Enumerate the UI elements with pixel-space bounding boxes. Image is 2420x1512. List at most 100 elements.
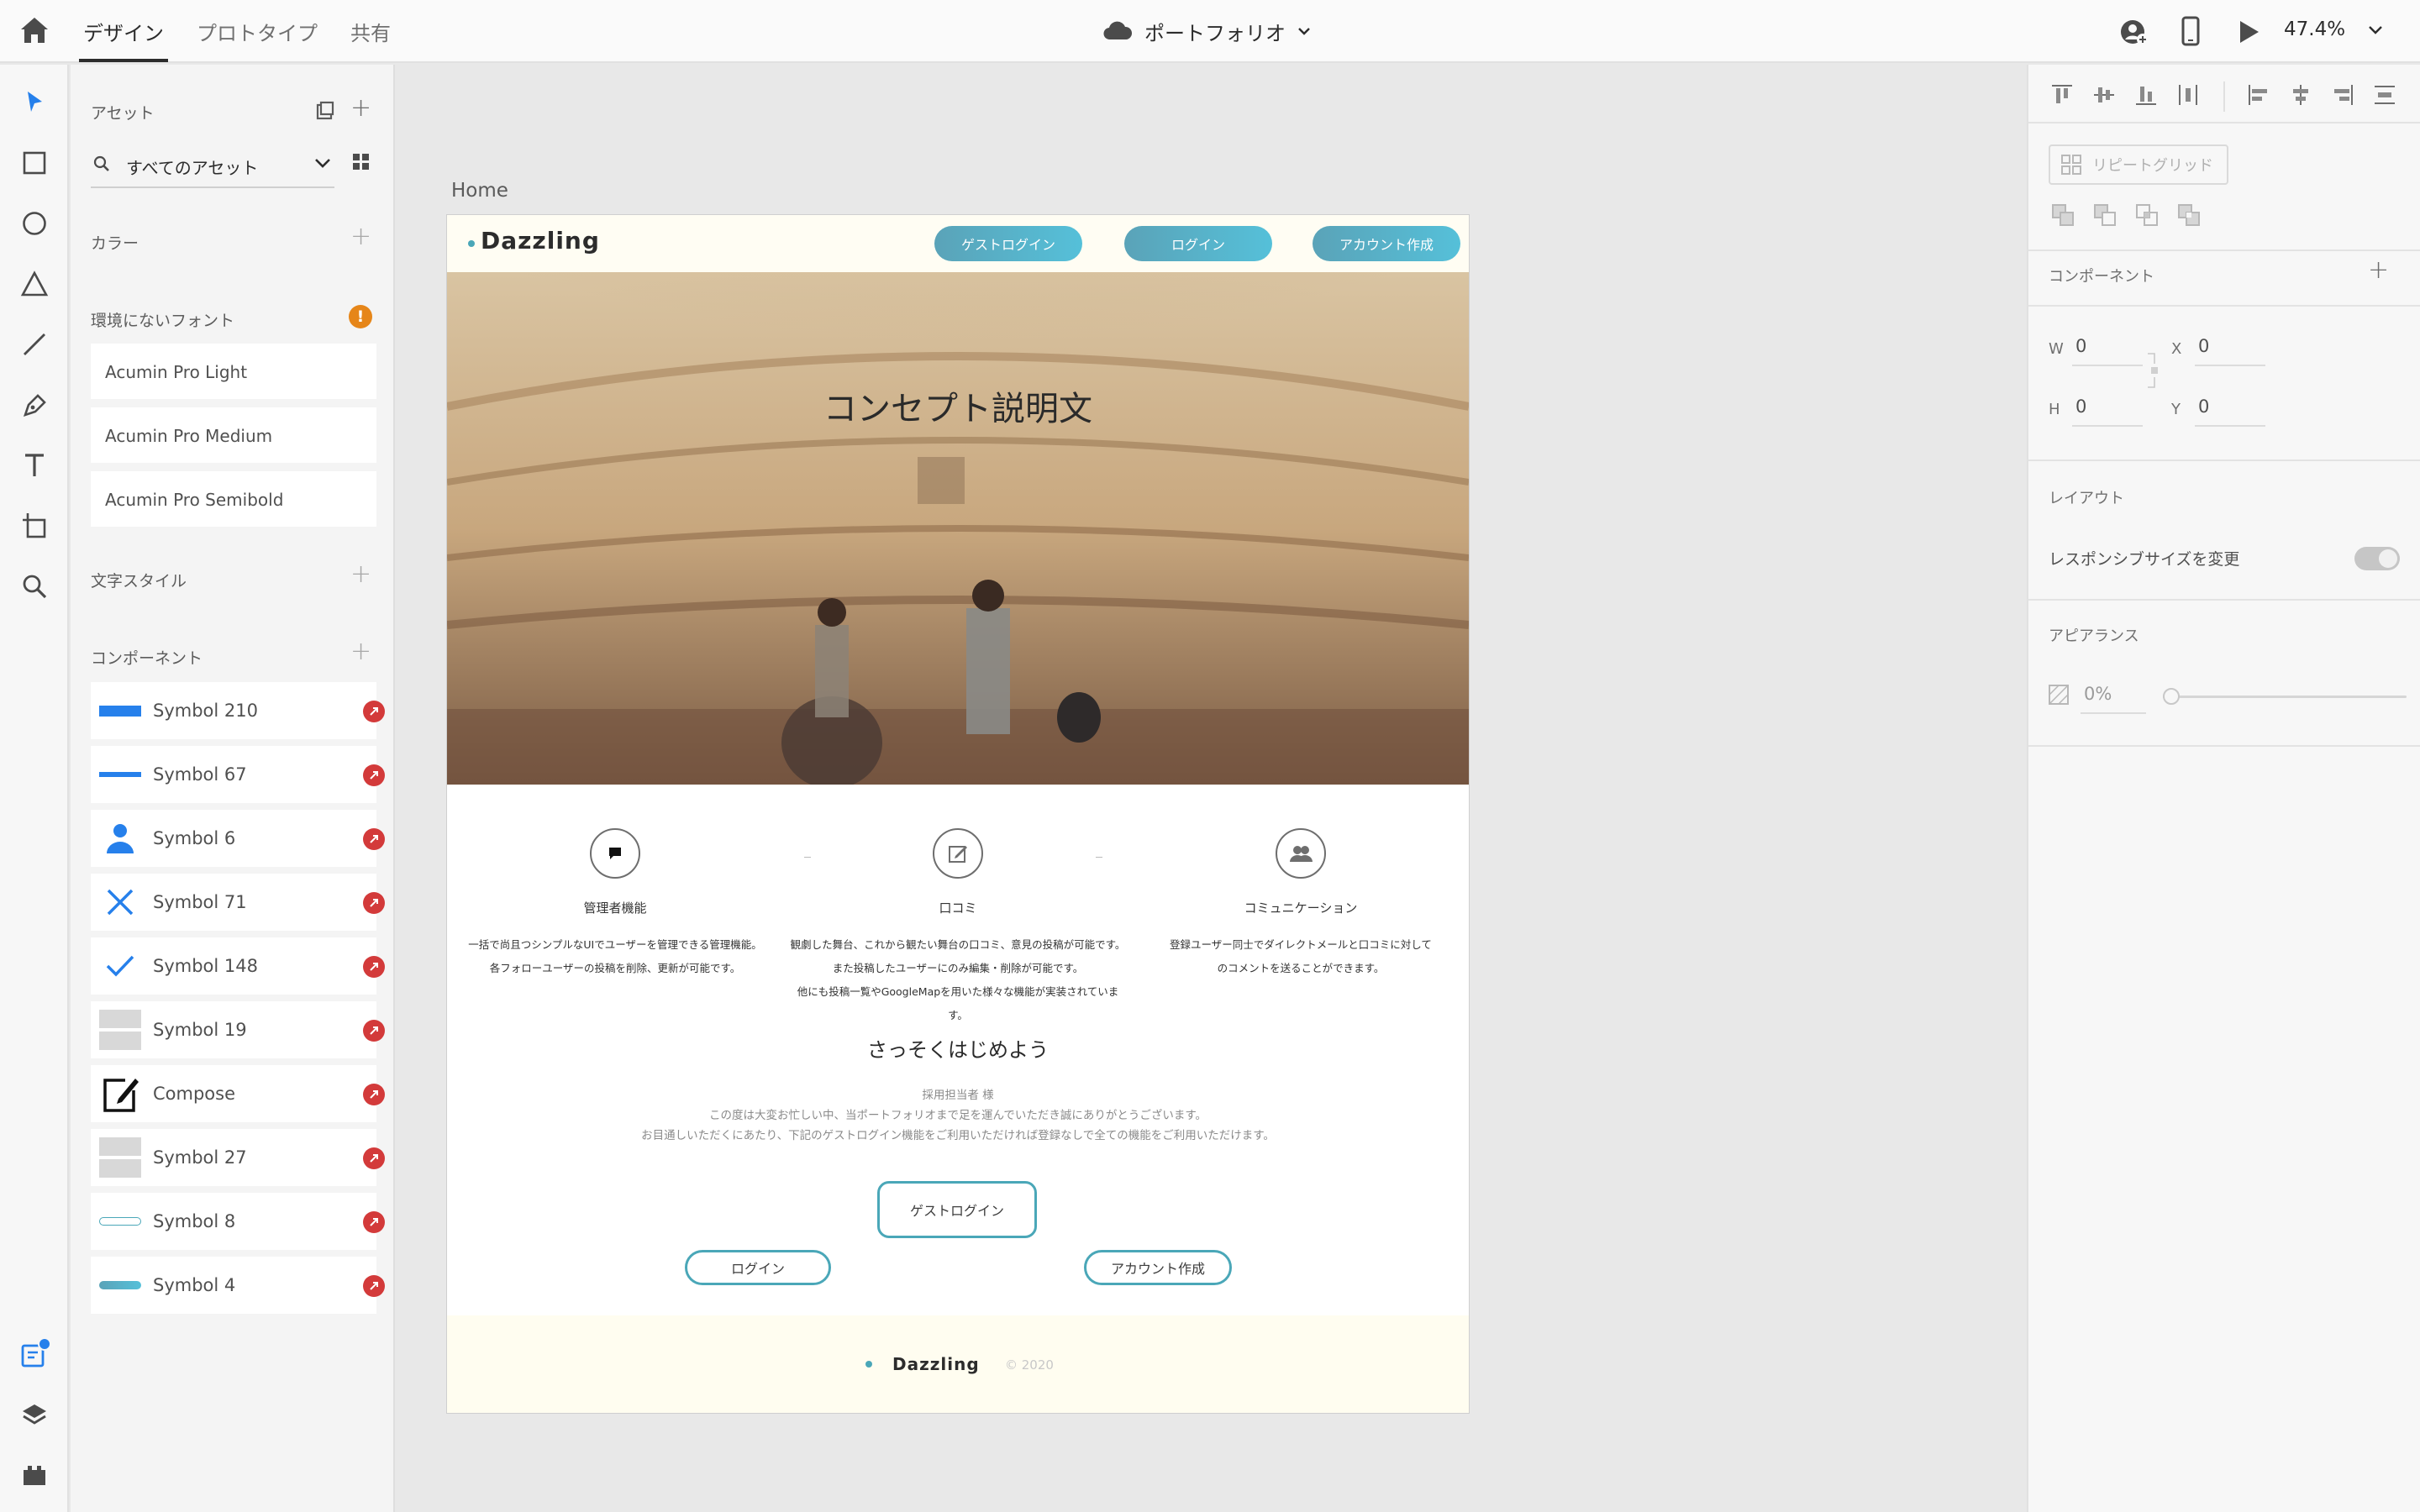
line-tool-icon[interactable] — [17, 327, 52, 362]
text-tool-icon[interactable] — [17, 448, 52, 483]
lock-aspect-icon[interactable] — [2146, 352, 2163, 389]
link-icon[interactable] — [363, 1211, 385, 1233]
link-icon[interactable] — [363, 892, 385, 914]
add-color-button[interactable]: + — [350, 224, 371, 249]
rectangle-tool-icon[interactable] — [17, 145, 52, 181]
blue-bar-thumbnail — [99, 690, 141, 731]
artboard-tool-icon[interactable] — [17, 508, 52, 543]
missing-font-item[interactable]: Acumin Pro Semibold — [91, 471, 376, 527]
artboard-home[interactable]: Dazzling ゲストログイン ログイン アカウント作成 コンセプト説明文 管… — [447, 215, 1469, 1413]
warning-icon[interactable]: ! — [349, 305, 372, 328]
polygon-tool-icon[interactable] — [17, 266, 52, 302]
zoom-tool-icon[interactable] — [17, 569, 52, 604]
layers-icon[interactable] — [17, 1397, 52, 1432]
align-center-icon[interactable] — [2287, 81, 2314, 108]
footer-copyright: © 2020 — [1005, 1357, 1054, 1373]
link-icon[interactable] — [363, 1084, 385, 1105]
pen-tool-icon[interactable] — [17, 387, 52, 423]
component-item[interactable]: Symbol 71 — [91, 874, 385, 931]
chat-icon — [590, 828, 640, 879]
select-tool-icon[interactable] — [17, 84, 52, 119]
share-user-icon[interactable] — [2119, 17, 2149, 47]
height-field[interactable]: 0 — [2075, 396, 2086, 417]
cta-signup-button[interactable]: アカウント作成 — [1084, 1250, 1232, 1285]
grid-view-icon[interactable] — [351, 152, 371, 172]
component-item[interactable]: Symbol 6 — [91, 810, 385, 867]
align-right-icon[interactable] — [2329, 81, 2356, 108]
cta-login-button[interactable]: ログイン — [685, 1250, 831, 1285]
tab-design[interactable]: デザイン — [83, 17, 164, 46]
missing-font-item[interactable]: Acumin Pro Medium — [91, 407, 376, 463]
add-component-button[interactable]: + — [350, 639, 371, 664]
assets-panel-icon[interactable] — [17, 1336, 52, 1372]
align-toolbar-horizontal — [2245, 81, 2398, 108]
add-asset-button[interactable]: + — [350, 96, 371, 121]
repeat-grid-button[interactable]: リピートグリッド — [2049, 144, 2228, 185]
opacity-slider-handle[interactable] — [2163, 688, 2180, 705]
link-icon[interactable] — [363, 956, 385, 978]
add-boolean-icon[interactable] — [2050, 202, 2075, 228]
distribute-horizontal-icon[interactable] — [2175, 81, 2202, 108]
align-middle-icon[interactable] — [2091, 81, 2118, 108]
brand-logo[interactable]: Dazzling — [481, 227, 600, 255]
component-item[interactable]: Symbol 210 — [91, 682, 385, 739]
cta-guest-login-button[interactable]: ゲストログイン — [877, 1181, 1037, 1238]
feature-title: 管理者機能 — [583, 900, 647, 916]
align-top-icon[interactable] — [2049, 81, 2075, 108]
add-char-style-button[interactable]: + — [350, 562, 371, 587]
link-icon[interactable] — [363, 701, 385, 722]
component-item[interactable]: Symbol 8 — [91, 1193, 385, 1250]
opacity-field[interactable]: 0% — [2084, 684, 2112, 704]
opacity-icon — [2049, 685, 2069, 705]
intersect-boolean-icon[interactable] — [2134, 202, 2160, 228]
ellipse-tool-icon[interactable] — [17, 206, 52, 241]
width-field[interactable]: 0 — [2075, 336, 2086, 356]
height-label: H — [2049, 401, 2060, 418]
plugins-icon[interactable] — [17, 1457, 52, 1493]
mobile-preview-icon[interactable] — [2180, 16, 2202, 48]
zoom-chevron-down-icon[interactable] — [2368, 25, 2383, 35]
home-icon[interactable] — [18, 15, 50, 45]
tab-prototype[interactable]: プロトタイプ — [197, 17, 318, 46]
opacity-slider[interactable] — [2163, 696, 2407, 698]
zoom-level[interactable]: 47.4% — [2284, 18, 2345, 40]
header-signup-button[interactable]: アカウント作成 — [1313, 226, 1460, 261]
subtract-boolean-icon[interactable] — [2092, 202, 2118, 228]
tab-share[interactable]: 共有 — [350, 17, 391, 46]
link-icon[interactable] — [363, 1275, 385, 1297]
link-icon[interactable] — [363, 764, 385, 786]
link-icon[interactable] — [363, 828, 385, 850]
y-field[interactable]: 0 — [2198, 396, 2209, 417]
toolbar-divider — [2223, 81, 2225, 112]
component-item[interactable]: Compose — [91, 1065, 385, 1122]
align-bottom-icon[interactable] — [2133, 81, 2160, 108]
missing-font-item[interactable]: Acumin Pro Light — [91, 344, 376, 399]
component-item[interactable]: Symbol 67 — [91, 746, 385, 803]
search-icon — [92, 155, 111, 173]
header-login-button[interactable]: ログイン — [1124, 226, 1272, 261]
header-guest-login-button[interactable]: ゲストログイン — [934, 226, 1082, 261]
link-icon[interactable] — [363, 1020, 385, 1042]
component-item[interactable]: Symbol 148 — [91, 937, 385, 995]
exclude-boolean-icon[interactable] — [2176, 202, 2202, 228]
x-field-underline — [2195, 365, 2265, 366]
component-item[interactable]: Symbol 4 — [91, 1257, 385, 1314]
play-icon[interactable] — [2237, 18, 2260, 45]
cta-message-line: 採用担当者 様 — [922, 1089, 994, 1102]
blue-line-thumbnail — [99, 754, 141, 795]
x-field[interactable]: 0 — [2198, 336, 2209, 356]
align-left-icon[interactable] — [2245, 81, 2272, 108]
link-icon[interactable] — [363, 1147, 385, 1169]
open-library-icon[interactable] — [314, 100, 336, 122]
feature-desc-line: 各フォローユーザーの投稿を削除、更新が可能です。 — [489, 962, 741, 974]
tool-bar — [0, 65, 69, 1512]
artboard-name[interactable]: Home — [451, 180, 508, 202]
responsive-resize-toggle[interactable] — [2354, 547, 2400, 570]
component-item[interactable]: Symbol 19 — [91, 1001, 385, 1058]
component-item[interactable]: Symbol 27 — [91, 1129, 385, 1186]
site-header: Dazzling ゲストログイン ログイン アカウント作成 — [447, 215, 1469, 272]
asset-filter-dropdown[interactable]: すべてのアセット — [91, 148, 334, 188]
document-title[interactable]: ポートフォリオ — [1102, 15, 1311, 47]
create-component-button[interactable]: + — [2368, 258, 2389, 283]
distribute-vertical-icon[interactable] — [2371, 81, 2398, 108]
